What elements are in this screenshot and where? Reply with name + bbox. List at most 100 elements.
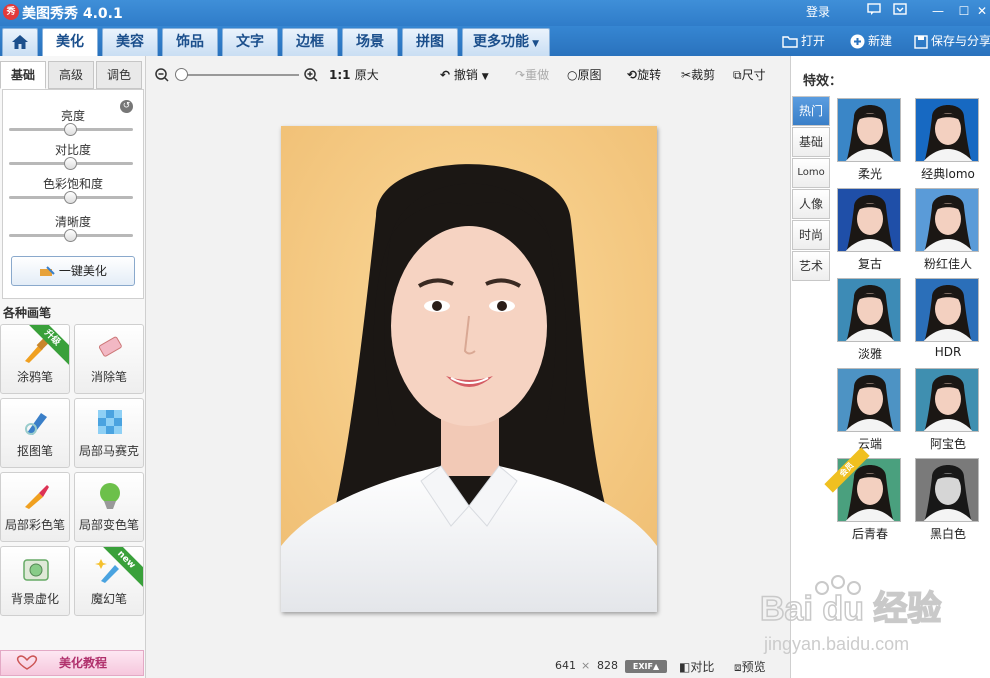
preview-label: 预览 — [741, 660, 766, 674]
category-hot[interactable]: 热门 — [792, 96, 830, 126]
subtab-advanced[interactable]: 高级 — [48, 61, 94, 89]
effect-label: 柔光 — [857, 167, 882, 181]
brightness-slider[interactable] — [9, 123, 133, 136]
rotate-button[interactable]: ⟲旋转 — [627, 66, 661, 84]
sharpness-slider-knob[interactable] — [64, 229, 77, 242]
contrast-slider[interactable] — [9, 157, 133, 170]
menu-icon[interactable] — [890, 2, 910, 20]
new-button[interactable]: 新建 — [850, 32, 892, 50]
effect-thumbnail — [915, 458, 979, 522]
home-tab[interactable] — [2, 28, 38, 56]
resize-icon: ⧉ — [733, 68, 742, 82]
close-button[interactable]: ✕ — [974, 2, 990, 20]
magic-brush-button[interactable]: new 魔幻笔 — [74, 546, 144, 616]
effect-item[interactable]: 经典lomo — [915, 98, 981, 181]
original-image-button[interactable]: ○原图 — [567, 66, 602, 84]
minimize-button[interactable]: — — [928, 2, 948, 20]
category-art[interactable]: 艺术 — [792, 251, 830, 281]
image-width: 641 — [555, 659, 576, 672]
folder-icon — [782, 36, 798, 48]
beautify-tutorial-button[interactable]: 美化教程 — [0, 650, 144, 676]
login-link[interactable]: 登录 — [806, 3, 830, 20]
chevron-down-icon[interactable]: ▼ — [482, 72, 489, 82]
tab-face[interactable]: 美容 — [102, 28, 158, 56]
tab-border[interactable]: 边框 — [282, 28, 338, 56]
magic-brush-label: 魔幻笔 — [90, 592, 127, 606]
effect-item[interactable]: 粉红佳人 — [915, 188, 981, 271]
effect-label: 经典lomo — [921, 167, 975, 181]
effect-item[interactable]: HDR — [915, 278, 981, 360]
heart-hands-icon — [16, 655, 38, 670]
sharpness-slider[interactable] — [9, 229, 133, 242]
zoom-slider[interactable] — [181, 74, 299, 76]
one-key-beautify-button[interactable]: 一键美化 — [11, 256, 135, 286]
crop-button[interactable]: ✂裁剪 — [681, 66, 715, 84]
contrast-slider-knob[interactable] — [64, 157, 77, 170]
cutout-brush-button[interactable]: 抠图笔 — [0, 398, 70, 468]
edited-photo[interactable] — [281, 126, 657, 612]
effect-label: 黑白色 — [929, 527, 966, 541]
save-share-button[interactable]: 保存与分享 — [914, 32, 990, 50]
category-fashion[interactable]: 时尚 — [792, 220, 830, 250]
save-share-label: 保存与分享 — [931, 34, 990, 48]
new-label: 新建 — [868, 34, 893, 48]
saturation-slider-knob[interactable] — [64, 191, 77, 204]
tab-collage[interactable]: 拼图 — [402, 28, 458, 56]
zoom-slider-knob[interactable] — [175, 68, 188, 81]
color-brush-label: 局部彩色笔 — [4, 518, 65, 532]
eraser-brush-button[interactable]: 消除笔 — [74, 324, 144, 394]
zoom-in-icon[interactable] — [304, 68, 318, 82]
effect-item[interactable]: 柔光 — [837, 98, 903, 181]
mosaic-brush-button[interactable]: 局部马赛克 — [74, 398, 144, 468]
category-basic[interactable]: 基础 — [792, 127, 830, 157]
chevron-down-icon: ▼ — [528, 39, 540, 49]
color-brush-button[interactable]: 局部彩色笔 — [0, 472, 70, 542]
saturation-slider[interactable] — [9, 191, 133, 204]
exif-button[interactable]: EXIF▲ — [625, 660, 667, 673]
saturation-label: 色彩饱和度 — [42, 177, 103, 191]
compare-button[interactable]: ◧对比 — [679, 658, 714, 675]
original-size-label: 原大 — [354, 68, 379, 82]
effect-thumbnail — [915, 98, 979, 162]
category-lomo[interactable]: Lomo — [792, 158, 830, 188]
undo-button[interactable]: ↶ 撤销 ▼ — [440, 66, 489, 84]
category-portrait[interactable]: 人像 — [792, 189, 830, 219]
resize-button[interactable]: ⧉尺寸 — [733, 66, 766, 84]
effect-item[interactable]: 云端 — [837, 368, 903, 451]
doodle-brush-button[interactable]: 升级 涂鸦笔 — [0, 324, 70, 394]
redo-button[interactable]: ↷重做 — [515, 66, 549, 84]
app-title: 美图秀秀 4.0.1 — [22, 6, 123, 22]
tab-beautify[interactable]: 美化 — [42, 28, 98, 56]
effect-label: 淡雅 — [857, 347, 882, 361]
sharpness-label: 清晰度 — [54, 215, 91, 229]
subtab-basic[interactable]: 基础 — [0, 61, 46, 89]
subtab-color[interactable]: 调色 — [96, 61, 142, 89]
background-blur-button[interactable]: 背景虚化 — [0, 546, 70, 616]
mosaic-brush-label: 局部马赛克 — [78, 444, 139, 458]
effect-item[interactable]: 复古 — [837, 188, 903, 271]
image-height: 828 — [597, 659, 618, 672]
effect-label: 阿宝色 — [929, 437, 966, 451]
restore-button[interactable]: ☐ — [954, 2, 974, 20]
eraser-icon — [98, 336, 122, 357]
brightness-slider-knob[interactable] — [64, 123, 77, 136]
effect-thumbnail — [837, 278, 901, 342]
open-button[interactable]: 打开 — [782, 32, 825, 50]
tab-text[interactable]: 文字 — [222, 28, 278, 56]
message-icon[interactable] — [864, 2, 884, 20]
effect-thumbnail — [837, 188, 901, 252]
effect-item[interactable]: 黑白色 — [915, 458, 981, 541]
zoom-out-icon[interactable] — [155, 68, 169, 82]
effect-item[interactable]: 会员 后青春 — [824, 447, 903, 541]
rotate-label: 旋转 — [637, 68, 662, 82]
open-label: 打开 — [801, 34, 826, 48]
effect-item[interactable]: 淡雅 — [837, 278, 903, 361]
preview-icon: ⧈ — [734, 660, 742, 674]
actual-size-button[interactable]: 1:1 原大 — [329, 66, 379, 84]
tab-accessories[interactable]: 饰品 — [162, 28, 218, 56]
tab-scene[interactable]: 场景 — [342, 28, 398, 56]
recolor-brush-button[interactable]: 局部变色笔 — [74, 472, 144, 542]
effects-title: 特效： — [803, 74, 843, 89]
tab-more-features[interactable]: 更多功能 ▼ — [462, 28, 550, 56]
effect-item[interactable]: 阿宝色 — [915, 368, 981, 451]
